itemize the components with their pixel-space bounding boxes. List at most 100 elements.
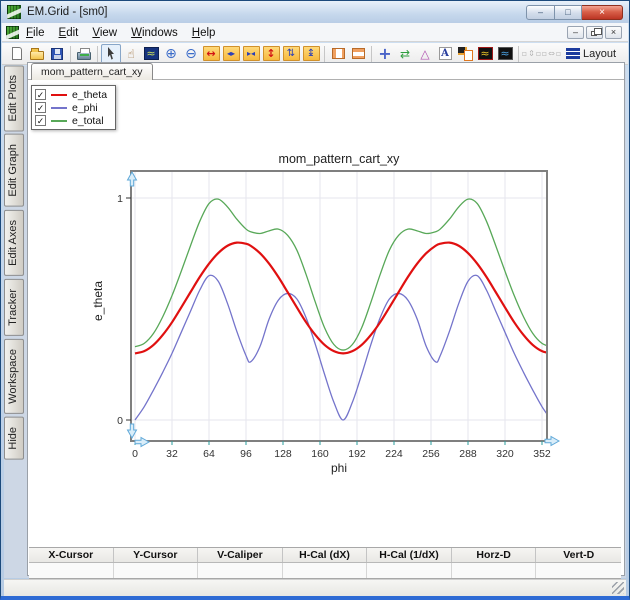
- sidebar-tab-strip: Edit Plots Edit Graph Edit Axes Tracker Work…: [4, 65, 27, 462]
- app-window: EM.Grid - [sm0] – □ × FileEditViewWindow…: [0, 0, 630, 600]
- zoom-out-icon: [185, 47, 197, 61]
- select-cursor-button[interactable]: [101, 44, 121, 64]
- curve-style-2-button[interactable]: [495, 44, 515, 64]
- fit-view-button[interactable]: [141, 44, 161, 64]
- x-tick-label: 128: [274, 448, 292, 460]
- print-button[interactable]: [74, 44, 94, 64]
- x-tick-label: 160: [311, 448, 329, 460]
- split-horizontal-button[interactable]: [348, 44, 368, 64]
- x-tick-label: 224: [385, 448, 403, 460]
- legend-row: ✓e_total: [35, 114, 107, 127]
- curve-style-1-button[interactable]: [475, 44, 495, 64]
- document-tab[interactable]: mom_pattern_cart_xy: [31, 63, 153, 80]
- menu-windows[interactable]: Windows: [124, 25, 185, 41]
- zoom-in-icon: [165, 47, 177, 61]
- mdi-minimize-button[interactable]: –: [567, 26, 584, 39]
- triangle-marker-button[interactable]: [415, 44, 435, 64]
- compress-y-icon: [303, 46, 320, 61]
- curve-style-2-icon: [498, 47, 513, 60]
- cursor-table-cell: [452, 563, 537, 578]
- text-label-button[interactable]: [435, 44, 455, 64]
- curve-e_phi: [135, 275, 551, 420]
- cursor-table-header: Vert-D: [536, 548, 621, 562]
- split-horizontal-icon: [352, 48, 365, 59]
- arrows-y-button[interactable]: [281, 44, 301, 64]
- maximize-button[interactable]: □: [555, 5, 582, 20]
- zoom-out-button[interactable]: [181, 44, 201, 64]
- menu-help[interactable]: Help: [185, 25, 223, 41]
- sidebar-tab-workspace[interactable]: Workspace: [4, 339, 24, 414]
- expand-x-button[interactable]: [201, 44, 221, 64]
- save-file-button[interactable]: [47, 44, 67, 64]
- plot-legend: ✓ e_theta ✓ e_phi✓e_total: [31, 85, 116, 130]
- toolbar-separator: [70, 46, 71, 62]
- toolbar-separator: [97, 46, 98, 62]
- chart-plot[interactable]: 032649612816019222425628832035201phi: [101, 166, 571, 481]
- fit-view-icon: [144, 47, 159, 60]
- save-file-icon: [51, 48, 63, 60]
- expand-y-icon: [263, 46, 280, 61]
- arrows-x-button[interactable]: [221, 44, 241, 64]
- mdi-close-button[interactable]: ×: [605, 26, 622, 39]
- sidebar-tab-tracker[interactable]: Tracker: [4, 279, 24, 336]
- zoom-in-button[interactable]: [161, 44, 181, 64]
- pan-hand-icon: [127, 48, 134, 60]
- cursor-table-header: Y-Cursor: [114, 548, 199, 562]
- cursor-table-header: X-Cursor: [29, 548, 114, 562]
- sidebar-tab-edit-plots[interactable]: Edit Plots: [4, 65, 24, 131]
- x-tick-label: 352: [533, 448, 551, 460]
- sidebar-tab-edit-graph[interactable]: Edit Graph: [4, 134, 24, 207]
- menu-file[interactable]: File: [19, 25, 52, 41]
- legend-label: e_phi: [72, 102, 98, 114]
- window-title: EM.Grid - [sm0]: [27, 6, 108, 18]
- expand-x-icon: [203, 46, 220, 61]
- legend-checkbox-e_theta[interactable]: ✓: [35, 89, 46, 100]
- status-bar: [4, 579, 626, 596]
- curve-style-1-icon: [478, 47, 493, 60]
- toolbar-separator: [371, 46, 372, 62]
- edit-axes-tool-icon: [400, 48, 410, 60]
- minimize-button[interactable]: –: [526, 5, 555, 20]
- menu-edit[interactable]: Edit: [52, 25, 86, 41]
- sidebar-tab-hide[interactable]: Hide: [4, 417, 24, 460]
- legend-checkbox-e_phi[interactable]: ✓: [35, 102, 46, 113]
- expand-y-button[interactable]: [261, 44, 281, 64]
- cursor-table-header: H-Cal (dX): [283, 548, 368, 562]
- split-vertical-button[interactable]: [328, 44, 348, 64]
- split-vertical-icon: [332, 48, 345, 59]
- sidebar-tab-edit-axes[interactable]: Edit Axes: [4, 210, 24, 276]
- legend-label: e_theta: [72, 89, 107, 101]
- open-file-icon: [30, 51, 44, 60]
- legend-line-swatch: [51, 107, 67, 109]
- resize-grip[interactable]: [612, 582, 624, 594]
- cursor-table-cell: [367, 563, 452, 578]
- x-tick-label: 96: [240, 448, 252, 460]
- compress-x-button[interactable]: [241, 44, 261, 64]
- link-x-icon: [542, 50, 563, 58]
- link-x-button[interactable]: [542, 44, 562, 64]
- legend-checkbox-e_total[interactable]: ✓: [35, 115, 46, 126]
- x-axis-label: phi: [331, 461, 347, 475]
- toolbar-separator: [324, 46, 325, 62]
- pan-hand-button[interactable]: [121, 44, 141, 64]
- print-icon: [77, 52, 91, 60]
- menu-view[interactable]: View: [85, 25, 124, 41]
- mdi-restore-button[interactable]: [586, 26, 603, 39]
- legend-line-swatch: [51, 120, 67, 122]
- crosshair-button[interactable]: [375, 44, 395, 64]
- document-icon[interactable]: [6, 26, 19, 39]
- new-document-button[interactable]: [7, 44, 27, 64]
- layout-icon: [566, 48, 580, 59]
- edit-axes-tool-button[interactable]: [395, 44, 415, 64]
- colormap-button[interactable]: [455, 44, 475, 64]
- open-file-button[interactable]: [27, 44, 47, 64]
- text-label-icon: [439, 47, 452, 60]
- y-tick-label: 1: [117, 193, 123, 205]
- close-button[interactable]: ×: [582, 5, 623, 20]
- link-y-icon: [522, 50, 543, 58]
- curve-e_total: [135, 199, 551, 350]
- compress-y-button[interactable]: [301, 44, 321, 64]
- layout-button[interactable]: Layout: [562, 44, 620, 64]
- axis-handle-origin-icon[interactable]: [135, 438, 149, 447]
- link-y-button[interactable]: [522, 44, 542, 64]
